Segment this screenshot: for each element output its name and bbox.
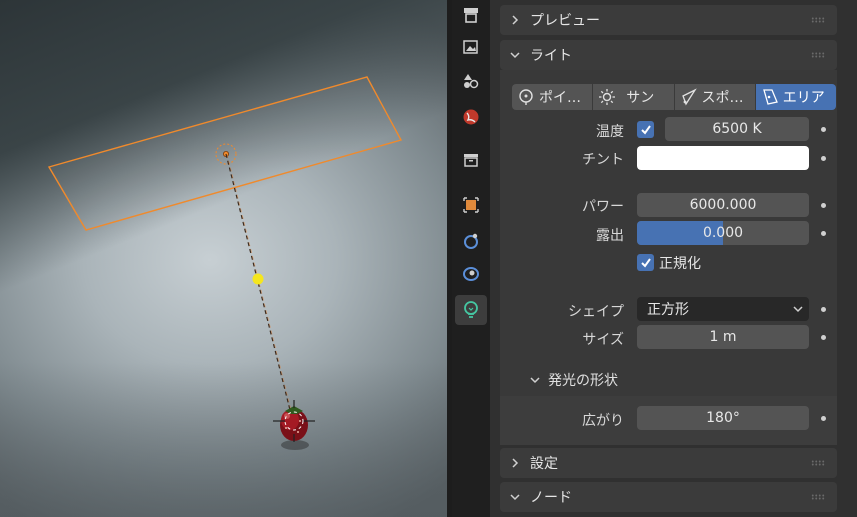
tab-object[interactable] bbox=[455, 190, 487, 220]
panel-header-preview[interactable]: プレビュー bbox=[500, 5, 837, 35]
power-label: パワー bbox=[582, 199, 624, 215]
world-icon bbox=[463, 109, 479, 125]
drag-grip-icon[interactable] bbox=[811, 17, 825, 23]
temperature-label: 温度 bbox=[596, 124, 624, 140]
shape-dropdown-value: 正方形 bbox=[647, 302, 689, 318]
panel-title: 設定 bbox=[530, 456, 558, 472]
light-target-handle[interactable] bbox=[252, 273, 264, 285]
light-type-selector: ポイ… サン スポ… エリア bbox=[512, 84, 836, 110]
power-field[interactable]: 6000.000 bbox=[637, 193, 809, 217]
light-type-label: ポイ… bbox=[539, 90, 581, 106]
panel-title: ノード bbox=[530, 490, 572, 506]
viewport-overlay bbox=[47, 76, 403, 450]
temperature-toggle-checkbox[interactable] bbox=[637, 121, 654, 138]
properties-tab-bar bbox=[452, 0, 490, 517]
output-image-icon bbox=[463, 40, 478, 54]
properties-editor: プレビュー ライト ポイ… サン スポ… エリア 温度 6500 K チント パ… bbox=[490, 0, 857, 517]
chevron-right-icon bbox=[512, 15, 519, 25]
drag-grip-icon[interactable] bbox=[811, 460, 825, 466]
light-type-point-button[interactable]: ポイ… bbox=[512, 84, 594, 110]
light-direction-line bbox=[225, 153, 293, 419]
exposure-slider[interactable]: 0.000 bbox=[637, 221, 809, 245]
panel-header-light[interactable]: ライト bbox=[500, 40, 837, 70]
subpanel-title: 発光の形状 bbox=[548, 373, 618, 389]
keyframe-dot-icon[interactable] bbox=[821, 156, 826, 161]
keyframe-dot-icon[interactable] bbox=[821, 127, 826, 132]
area-light-icon bbox=[762, 89, 778, 105]
view-layer-icon bbox=[464, 74, 479, 89]
keyframe-dot-icon[interactable] bbox=[821, 307, 826, 312]
tab-collection[interactable] bbox=[455, 145, 487, 175]
light-type-area-button[interactable]: エリア bbox=[755, 84, 836, 110]
keyframe-dot-icon[interactable] bbox=[821, 231, 826, 236]
light-type-label: エリア bbox=[782, 90, 825, 106]
constraints-icon bbox=[463, 267, 479, 281]
light-direction-highlight bbox=[226, 153, 294, 419]
tab-light-data[interactable] bbox=[455, 295, 487, 325]
normalize-checkbox[interactable] bbox=[637, 254, 654, 271]
panel-title: プレビュー bbox=[530, 13, 600, 29]
tab-render[interactable] bbox=[455, 0, 487, 30]
chevron-down-icon bbox=[510, 52, 520, 59]
shape-dropdown[interactable]: 正方形 bbox=[637, 297, 809, 321]
physics-icon bbox=[464, 233, 478, 249]
keyframe-dot-icon[interactable] bbox=[821, 335, 826, 340]
render-tool-icon bbox=[464, 8, 478, 23]
sun-light-icon bbox=[599, 89, 616, 105]
keyframe-dot-icon[interactable] bbox=[821, 203, 826, 208]
strawberry-object[interactable] bbox=[280, 406, 309, 450]
spread-field[interactable]: 180° bbox=[637, 406, 809, 430]
normalize-label: 正規化 bbox=[659, 256, 701, 272]
point-light-icon bbox=[519, 89, 533, 105]
panel-header-nodes[interactable]: ノード bbox=[500, 482, 837, 512]
size-label: サイズ bbox=[582, 332, 624, 348]
tab-view-layer[interactable] bbox=[455, 66, 487, 96]
tab-output[interactable] bbox=[455, 32, 487, 62]
light-type-sun-button[interactable]: サン bbox=[593, 84, 675, 110]
drag-grip-icon[interactable] bbox=[811, 52, 825, 58]
object-icon bbox=[463, 197, 479, 213]
checkmark-icon bbox=[640, 257, 651, 268]
size-field[interactable]: 1 m bbox=[637, 325, 809, 349]
chevron-down-icon bbox=[793, 306, 803, 313]
chevron-down-icon bbox=[530, 377, 540, 384]
tab-constraints[interactable] bbox=[455, 259, 487, 289]
checkmark-icon bbox=[640, 124, 651, 135]
subpanel-header-beam-shape[interactable]: 発光の形状 bbox=[528, 370, 618, 390]
tab-physics[interactable] bbox=[455, 226, 487, 256]
exposure-label: 露出 bbox=[596, 228, 624, 244]
shape-label: シェイプ bbox=[568, 304, 624, 320]
panel-title: ライト bbox=[530, 48, 572, 64]
light-data-icon bbox=[464, 301, 478, 318]
light-type-label: スポ… bbox=[701, 90, 744, 106]
tint-label: チント bbox=[582, 152, 624, 168]
spot-light-icon bbox=[681, 88, 697, 106]
collection-box-icon bbox=[464, 154, 478, 167]
3d-viewport[interactable] bbox=[0, 0, 447, 517]
keyframe-dot-icon[interactable] bbox=[821, 416, 826, 421]
tint-color-swatch[interactable] bbox=[637, 146, 809, 170]
panel-header-settings[interactable]: 設定 bbox=[500, 448, 837, 478]
exposure-value: 0.000 bbox=[702, 225, 744, 241]
chevron-down-icon bbox=[510, 494, 520, 501]
temperature-field[interactable]: 6500 K bbox=[665, 117, 809, 141]
spread-label: 広がり bbox=[582, 413, 624, 429]
light-type-label: サン bbox=[626, 90, 655, 106]
drag-grip-icon[interactable] bbox=[811, 494, 825, 500]
tab-world[interactable] bbox=[455, 102, 487, 132]
chevron-right-icon bbox=[512, 458, 519, 468]
light-type-spot-button[interactable]: スポ… bbox=[674, 84, 756, 110]
